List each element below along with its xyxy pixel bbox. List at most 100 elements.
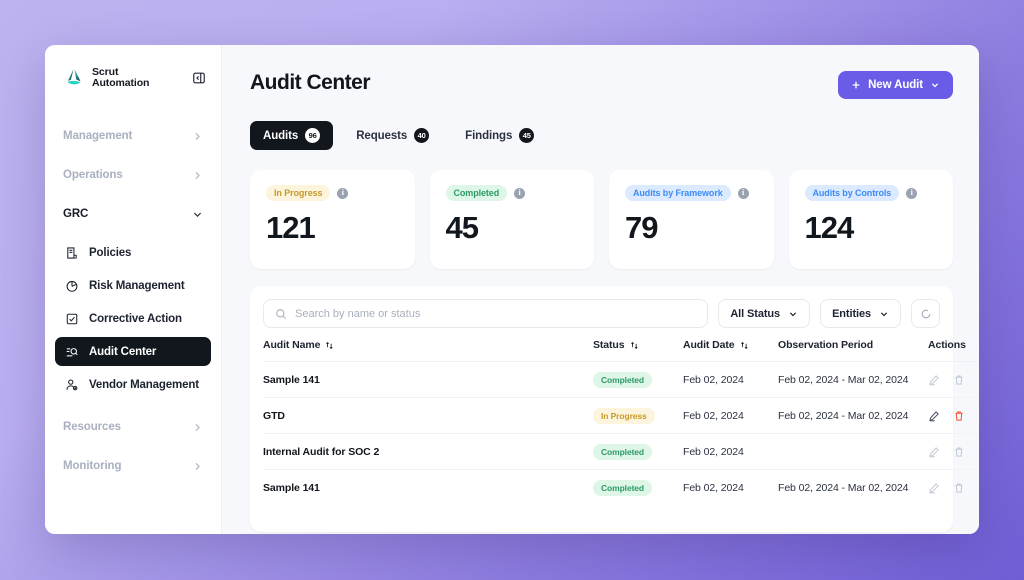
column-label: Audit Date: [683, 339, 735, 351]
trash-icon[interactable]: [953, 410, 965, 422]
sidebar-group-operations[interactable]: Operations: [55, 160, 211, 190]
table-header-row: Audit Name Status Audit Date Observation…: [263, 339, 979, 362]
sidebar-item-policies[interactable]: Policies: [55, 238, 211, 267]
audits-table-card: All Status Entities: [250, 286, 979, 532]
table-row[interactable]: Sample 141 Completed Feb 02, 2024 Feb 02…: [263, 470, 979, 506]
chevron-right-icon: [192, 170, 203, 181]
main-header: Audit Center New Audit: [250, 71, 953, 99]
cell-status: Completed: [593, 361, 683, 398]
cell-audit-date: Feb 02, 2024: [683, 481, 744, 494]
cell-status: Completed: [593, 470, 683, 506]
table-row[interactable]: GTD In Progress Feb 02, 2024 Feb 02, 202…: [263, 397, 979, 434]
sidebar-group-label: GRC: [63, 208, 89, 220]
edit-pencil-icon[interactable]: [928, 482, 940, 494]
column-label: Status: [593, 339, 625, 351]
sidebar-group-management[interactable]: Management: [55, 121, 211, 151]
plus-icon: [851, 80, 861, 90]
cell-observation-period: Feb 02, 2024 - Mar 02, 2024: [778, 397, 928, 434]
stat-card-value: 121: [266, 210, 316, 245]
tab-badge: 96: [305, 128, 321, 143]
refresh-button[interactable]: [911, 299, 940, 328]
column-status[interactable]: Status: [593, 339, 683, 362]
info-icon[interactable]: i: [737, 187, 749, 199]
status-badge: In Progress: [593, 407, 655, 424]
column-observation-period: Observation Period: [778, 339, 928, 362]
pie-chart-icon: [64, 278, 79, 293]
chevron-down-icon: [788, 309, 798, 319]
search-input[interactable]: [295, 307, 697, 320]
stat-card-in-progress[interactable]: In Progress i 121: [250, 170, 415, 269]
stat-card-value: 45: [445, 210, 479, 245]
info-icon[interactable]: i: [337, 187, 349, 199]
edit-pencil-icon[interactable]: [928, 446, 940, 458]
tab-label: Findings: [465, 129, 513, 142]
tab-label: Requests: [356, 129, 408, 142]
cell-audit-name: Sample 141: [263, 481, 320, 494]
cell-observation-period: Feb 02, 2024 - Mar 02, 2024: [778, 361, 928, 398]
status-badge: In Progress: [266, 185, 331, 201]
sidebar-group-label: Resources: [63, 421, 121, 433]
sort-icon[interactable]: [630, 341, 639, 350]
brand-name: Scrut Automation: [92, 65, 150, 89]
cell-audit-date: Feb 02, 2024: [683, 433, 778, 470]
entities-filter-select[interactable]: Entities: [820, 299, 901, 328]
status-badge: Completed: [593, 479, 653, 496]
info-icon[interactable]: i: [514, 187, 526, 199]
sidebar-nav: Management Operations GRC Policies Risk …: [45, 121, 221, 481]
stat-card-header: Completed i: [445, 185, 579, 201]
sidebar-collapse-icon[interactable]: [191, 70, 207, 86]
sidebar-group-monitoring[interactable]: Monitoring: [55, 451, 211, 481]
sidebar-item-audit-center[interactable]: Audit Center: [55, 337, 211, 366]
table-row[interactable]: Sample 141 Completed Feb 02, 2024 Feb 02…: [263, 361, 979, 398]
audit-search-icon: [64, 344, 79, 359]
cell-actions: [928, 397, 979, 434]
stat-card-completed[interactable]: Completed i 45: [429, 170, 594, 269]
trash-icon[interactable]: [953, 482, 965, 494]
tab-requests[interactable]: Requests 40: [343, 121, 442, 150]
sort-icon[interactable]: [325, 341, 334, 350]
stat-card-row: In Progress i 121 Completed i 45 Audits …: [250, 170, 953, 269]
table-toolbar: All Status Entities: [263, 299, 940, 328]
stat-card-header: In Progress i: [266, 185, 399, 201]
tab-badge: 45: [519, 128, 535, 143]
sidebar-item-risk-management[interactable]: Risk Management: [55, 271, 211, 300]
cell-actions: [928, 361, 979, 398]
sidebar-group-grc[interactable]: GRC: [55, 199, 211, 229]
sidebar-item-label: Audit Center: [89, 345, 157, 358]
refresh-icon: [920, 308, 932, 320]
sort-icon[interactable]: [740, 341, 749, 350]
table-head: Audit Name Status Audit Date Observation…: [263, 339, 979, 362]
table-body: Sample 141 Completed Feb 02, 2024 Feb 02…: [263, 361, 979, 506]
stat-card-header: Audits by Controls i: [804, 185, 938, 201]
edit-pencil-icon[interactable]: [928, 410, 940, 422]
stat-card-audits-by-controls[interactable]: Audits by Controls i 124: [788, 170, 953, 269]
sidebar-group-label: Management: [63, 130, 133, 142]
search-box[interactable]: [263, 299, 709, 328]
tab-findings[interactable]: Findings 45: [452, 121, 547, 150]
info-icon[interactable]: i: [906, 187, 918, 199]
column-label: Actions: [928, 339, 966, 351]
trash-icon[interactable]: [953, 374, 965, 386]
status-filter-select[interactable]: All Status: [718, 299, 811, 328]
stat-card-value: 124: [804, 210, 855, 245]
new-audit-button[interactable]: New Audit: [838, 71, 953, 99]
status-badge: Audits by Framework: [625, 185, 731, 201]
sidebar-item-corrective-action[interactable]: Corrective Action: [55, 304, 211, 333]
edit-pencil-icon[interactable]: [928, 374, 940, 386]
column-label: Audit Name: [263, 339, 321, 351]
cell-status: In Progress: [593, 397, 683, 434]
sidebar-group-resources[interactable]: Resources: [55, 412, 211, 442]
column-audit-date[interactable]: Audit Date: [683, 339, 778, 362]
chevron-down-icon: [930, 80, 940, 90]
column-audit-name[interactable]: Audit Name: [263, 339, 593, 362]
sidebar-item-vendor-management[interactable]: Vendor Management: [55, 370, 211, 399]
sidebar-group-label: Monitoring: [63, 460, 122, 472]
trash-icon[interactable]: [953, 446, 965, 458]
tab-badge: 40: [414, 128, 430, 143]
page-title: Audit Center: [250, 71, 371, 94]
table-row[interactable]: Internal Audit for SOC 2 Completed Feb 0…: [263, 433, 979, 470]
stat-card-audits-by-framework[interactable]: Audits by Framework i 79: [609, 170, 774, 269]
document-icon: [64, 245, 79, 260]
tab-audits[interactable]: Audits 96: [250, 121, 334, 150]
sidebar: Scrut Automation Management Operations G…: [45, 45, 222, 534]
